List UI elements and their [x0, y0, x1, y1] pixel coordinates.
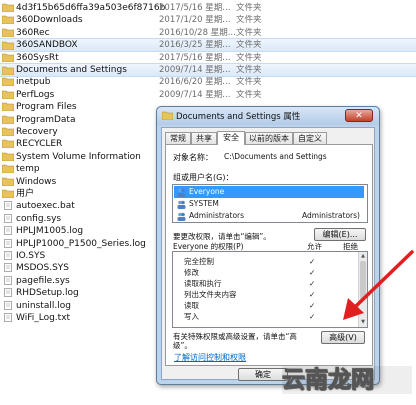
group-users-label: 组或用户名(G)： [173, 173, 234, 182]
users-group-icon [177, 212, 186, 221]
user-name: Everyone [189, 187, 225, 196]
folder-icon [2, 177, 14, 186]
edit-button[interactable]: 编辑(E)... [314, 228, 366, 241]
permission-row: 读取和执行 ✓ [173, 278, 357, 289]
properties-dialog: Documents and Settings 属性 ✕ 常规 共享 安全 以前的… [156, 106, 380, 385]
allow-check-icon: ✓ [309, 279, 316, 288]
folder-icon [2, 152, 14, 161]
file-type: 文件夹 [236, 40, 262, 51]
close-button[interactable]: ✕ [345, 109, 373, 122]
folder-icon [162, 111, 173, 120]
user-row-administrators[interactable]: Administrators Administrators) [174, 210, 364, 222]
folder-icon [2, 41, 14, 51]
permission-row: 修改 ✓ [173, 267, 357, 278]
file-date: 2009/7/14 星期... [159, 65, 231, 75]
tab-security[interactable]: 安全 [217, 131, 245, 145]
permission-row: 列出文件夹内容 ✓ [173, 289, 357, 300]
users-group-icon [177, 188, 186, 197]
user-name: SYSTEM [189, 199, 219, 208]
permission-row: 写入 ✓ [173, 311, 357, 322]
file-icon [4, 275, 12, 285]
file-date: 2016/3/25 星期... [159, 40, 231, 51]
allow-check-icon: ✓ [309, 312, 316, 321]
permissions-list: 完全控制 ✓ 修改 ✓ 读取和执行 ✓ 列出文件夹内容 ✓ 读取 ✓ 写入 ✓ ▲ ▼ [172, 251, 368, 328]
advanced-button[interactable]: 高级(V) [321, 331, 365, 344]
allow-check-icon: ✓ [309, 301, 316, 310]
file-icon [4, 213, 12, 223]
file-icon [4, 288, 12, 298]
dialog-body: 常规 共享 安全 以前的版本 自定义 对象名称： C:\Documents an… [161, 127, 375, 381]
user-note: Administrators) [302, 211, 360, 220]
file-icon [4, 313, 12, 322]
folder-icon [2, 28, 14, 37]
permission-row: 读取 ✓ [173, 300, 357, 311]
users-list[interactable]: Everyone SYSTEM Administrators Administr… [172, 184, 368, 223]
dialog-title: Documents and Settings 属性 [176, 112, 301, 122]
allow-check-icon: ✓ [309, 257, 316, 266]
folder-icon [2, 66, 14, 75]
permission-name: 修改 [184, 268, 199, 277]
special-permissions-text-2: 级”。 [173, 341, 192, 350]
folder-icon [2, 127, 14, 136]
file-name: WiFi_Log.txt [16, 313, 71, 323]
object-name-label: 对象名称： [173, 153, 213, 162]
folder-icon [2, 53, 14, 62]
user-row-everyone[interactable]: Everyone [174, 186, 364, 198]
folder-icon [2, 3, 14, 12]
file-icon [4, 251, 12, 260]
allow-check-icon: ✓ [309, 290, 316, 299]
file-icon [4, 300, 12, 310]
scroll-up-icon[interactable]: ▲ [360, 253, 366, 260]
allow-check-icon: ✓ [309, 268, 316, 277]
file-name: Documents and Settings [16, 65, 127, 75]
file-icon [4, 263, 12, 273]
user-name: Administrators [189, 211, 245, 220]
file-icon [4, 238, 12, 248]
permission-name: 读取 [184, 301, 199, 310]
watermark-logo: 云南龙网 [282, 366, 412, 394]
scroll-down-icon[interactable]: ▼ [360, 319, 366, 326]
permission-row: 完全控制 ✓ [173, 256, 357, 267]
tab-customize[interactable]: 自定义 [293, 132, 327, 144]
tab-previous-versions[interactable]: 以前的版本 [245, 132, 293, 144]
folder-icon [2, 140, 14, 149]
security-tab-page: 对象名称： C:\Documents and Settings 组或用户名(G)… [165, 144, 373, 366]
folder-icon [2, 189, 14, 198]
user-row-system[interactable]: SYSTEM [174, 198, 364, 210]
folder-icon [2, 102, 14, 112]
folder-icon [2, 78, 14, 87]
object-name-value: C:\Documents and Settings [224, 152, 327, 161]
permission-name: 完全控制 [184, 257, 214, 266]
folder-icon [2, 90, 14, 99]
tab-general[interactable]: 常规 [165, 132, 191, 144]
folder-icon [2, 115, 14, 124]
file-icon [4, 201, 12, 211]
file-icon [4, 226, 12, 236]
tab-sharing[interactable]: 共享 [191, 132, 217, 144]
ok-button[interactable]: 确定 [238, 368, 288, 381]
permission-name: 写入 [184, 312, 199, 321]
permissions-scrollbar[interactable]: ▲ ▼ [358, 252, 367, 327]
scroll-thumb[interactable] [360, 261, 366, 299]
permission-name: 读取和执行 [184, 279, 222, 288]
folder-icon [2, 16, 14, 25]
file-type: 文件夹 [236, 65, 262, 75]
dialog-title-bar[interactable]: Documents and Settings 属性 ✕ [157, 107, 379, 125]
users-group-icon [177, 200, 186, 209]
file-name: 360SANDBOX [16, 40, 78, 51]
access-control-help-link[interactable]: 了解访问控制和权限 [174, 352, 246, 363]
folder-icon [2, 164, 14, 174]
permission-name: 列出文件夹内容 [184, 290, 237, 299]
